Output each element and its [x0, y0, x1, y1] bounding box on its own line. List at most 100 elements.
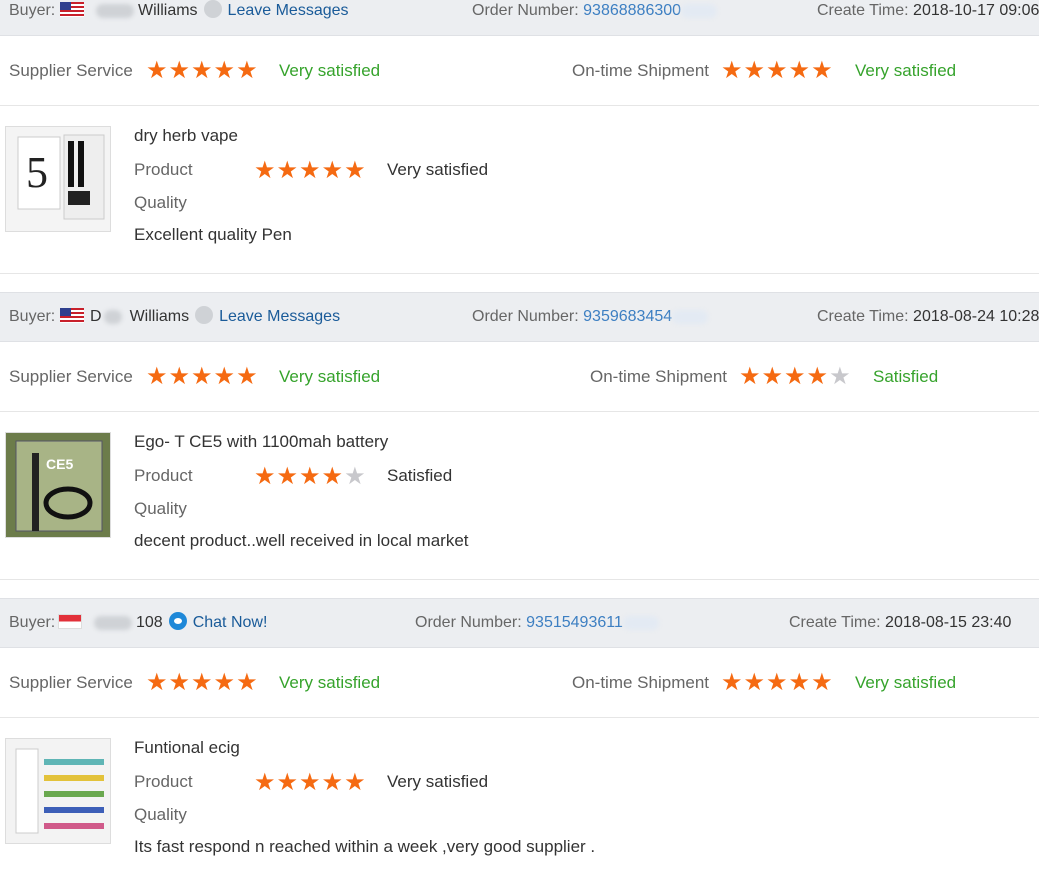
supplier-stars: ★★★★★	[146, 56, 259, 85]
quality-label: Quality	[134, 193, 187, 212]
supplier-satisfaction: Very satisfied	[279, 673, 381, 692]
product-satisfaction: Very satisfied	[387, 160, 489, 179]
product-label: Product	[134, 772, 193, 791]
product-name: Funtional ecig	[134, 738, 240, 757]
star-empty-icon: ★	[344, 463, 367, 490]
star-icon: ★★★★	[254, 463, 345, 490]
review-header: Buyer: 108 Chat Now! Order Number: 935154…	[0, 598, 1039, 648]
product-stars: ★★★★★	[254, 462, 367, 491]
shipment-stars: ★★★★★	[721, 668, 834, 697]
star-icon: ★★★★★	[721, 669, 834, 696]
star-icon: ★★★★★	[146, 363, 259, 390]
supplier-service-label: Supplier Service	[9, 367, 133, 386]
create-time: Create Time: 2018-08-24 10:28	[817, 293, 1039, 341]
quality-label: Quality	[134, 805, 187, 824]
product-name: Ego- T CE5 with 1100mah battery	[134, 432, 389, 451]
buyer-label: Buyer:	[9, 614, 56, 631]
star-icon: ★★★★★	[146, 669, 259, 696]
review-header: Buyer: Williams Leave Messages Order Numb…	[0, 0, 1039, 36]
redacted-digits	[681, 3, 718, 18]
vape-pen-kit-image[interactable]: 5	[5, 126, 111, 232]
product-review: 5 dry herb vape Product ★★★★★ Very satis…	[0, 106, 1039, 274]
order-number: Order Number: 9359683454	[472, 293, 712, 341]
create-time: Create Time: 2018-10-17 09:06	[817, 0, 1039, 35]
supplier-stars: ★★★★★	[146, 362, 259, 391]
product-review: CE5 Ego- T CE5 with 1100mah battery Prod…	[0, 412, 1039, 580]
us-flag-icon	[60, 1, 84, 17]
create-time-label: Create Time:	[817, 308, 909, 325]
colored-ecig-set-image[interactable]	[5, 738, 111, 844]
product-review: Funtional ecig Product ★★★★★ Very satisf…	[0, 718, 1039, 886]
buyer-name: 108	[136, 614, 163, 631]
shipment-satisfaction: Very satisfied	[855, 673, 957, 692]
redacted-name	[96, 3, 134, 18]
star-icon: ★★★★★	[254, 769, 367, 796]
svg-text:CE5: CE5	[46, 456, 73, 472]
redacted-name	[94, 615, 132, 630]
star-icon: ★★★★★	[254, 157, 367, 184]
chat-now-link[interactable]: Chat Now!	[193, 614, 268, 631]
redacted-digits	[672, 309, 709, 324]
create-time: Create Time: 2018-08-15 23:40	[789, 599, 1011, 647]
shipment-stars: ★★★★★	[739, 362, 852, 391]
star-icon: ★★★★★	[721, 57, 834, 84]
ce5-blister-pack-image[interactable]: CE5	[5, 432, 111, 538]
us-flag-icon	[60, 307, 84, 323]
order-number: Order Number: 93868886300	[472, 0, 721, 35]
review-comment: Its fast respond n reached within a week…	[134, 837, 596, 856]
review-comment: decent product..well received in local m…	[134, 531, 469, 550]
redacted-name	[103, 309, 122, 324]
leave-messages-link[interactable]: Leave Messages	[219, 308, 340, 325]
order-number-label: Order Number:	[415, 614, 522, 631]
order-number-link[interactable]: 93868886300	[583, 2, 681, 19]
order-number-label: Order Number:	[472, 2, 579, 19]
supplier-satisfaction: Very satisfied	[279, 61, 381, 80]
supplier-satisfaction: Very satisfied	[279, 367, 381, 386]
product-label: Product	[134, 466, 193, 485]
buyer-initial: D	[90, 308, 102, 325]
star-empty-icon: ★	[829, 363, 852, 390]
buyer-name: Williams	[138, 2, 198, 19]
create-time-label: Create Time:	[789, 614, 881, 631]
service-rating-row: Supplier Service ★★★★★ Very satisfied On…	[0, 342, 1039, 412]
service-rating-row: Supplier Service ★★★★★ Very satisfied On…	[0, 648, 1039, 718]
product-satisfaction: Satisfied	[387, 466, 453, 485]
svg-text:5: 5	[26, 148, 48, 197]
review-header: Buyer: D Williams Leave Messages Order Num…	[0, 292, 1039, 342]
order-number-label: Order Number:	[472, 308, 579, 325]
order-number-link[interactable]: 9359683454	[583, 308, 672, 325]
sg-flag-icon	[58, 613, 82, 629]
create-time-value: 2018-10-17 09:06	[913, 2, 1039, 19]
ontime-shipment-label: On-time Shipment	[590, 367, 727, 386]
product-satisfaction: Very satisfied	[387, 772, 489, 791]
grey-avatar-icon	[195, 306, 214, 325]
star-icon: ★★★★★	[146, 57, 259, 84]
leave-messages-link[interactable]: Leave Messages	[228, 2, 349, 19]
shipment-satisfaction: Satisfied	[873, 367, 939, 386]
buyer-label: Buyer:	[9, 2, 56, 19]
buyer-info: Williams Leave Messages	[56, 0, 349, 35]
review-comment: Excellent quality Pen	[134, 225, 292, 244]
redacted-digits	[622, 615, 659, 630]
service-rating-row: Supplier Service ★★★★★ Very satisfied On…	[0, 36, 1039, 106]
grey-avatar-icon	[203, 0, 222, 19]
supplier-stars: ★★★★★	[146, 668, 259, 697]
create-time-value: 2018-08-15 23:40	[885, 614, 1012, 631]
create-time-value: 2018-08-24 10:28	[913, 308, 1039, 325]
quality-label: Quality	[134, 499, 187, 518]
product-label: Product	[134, 160, 193, 179]
supplier-service-label: Supplier Service	[9, 673, 133, 692]
buyer-label: Buyer:	[9, 308, 56, 325]
chat-bubble-icon[interactable]	[168, 612, 187, 631]
buyer-name: Williams	[129, 308, 190, 325]
create-time-label: Create Time:	[817, 2, 909, 19]
ontime-shipment-label: On-time Shipment	[572, 673, 709, 692]
star-icon: ★★★★	[739, 363, 830, 390]
buyer-info: 108 Chat Now!	[54, 599, 267, 647]
shipment-stars: ★★★★★	[721, 56, 834, 85]
supplier-service-label: Supplier Service	[9, 61, 133, 80]
buyer-info: D Williams Leave Messages	[56, 293, 340, 341]
order-number-link[interactable]: 93515493611	[526, 614, 623, 631]
shipment-satisfaction: Very satisfied	[855, 61, 957, 80]
ontime-shipment-label: On-time Shipment	[572, 61, 709, 80]
